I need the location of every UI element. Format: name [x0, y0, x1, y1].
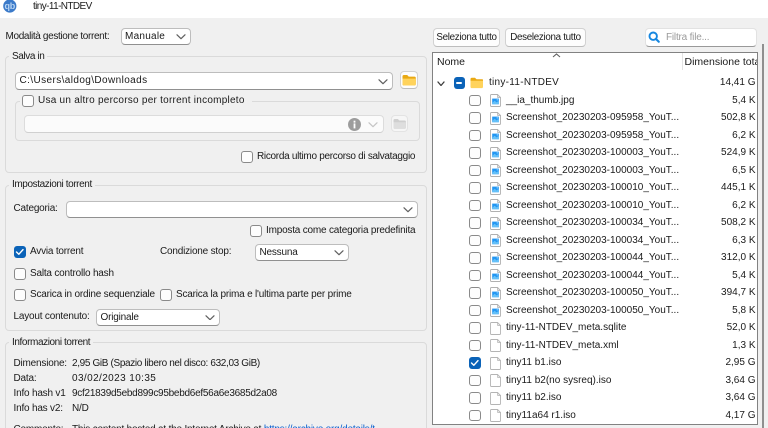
- svg-text:qb: qb: [4, 1, 15, 11]
